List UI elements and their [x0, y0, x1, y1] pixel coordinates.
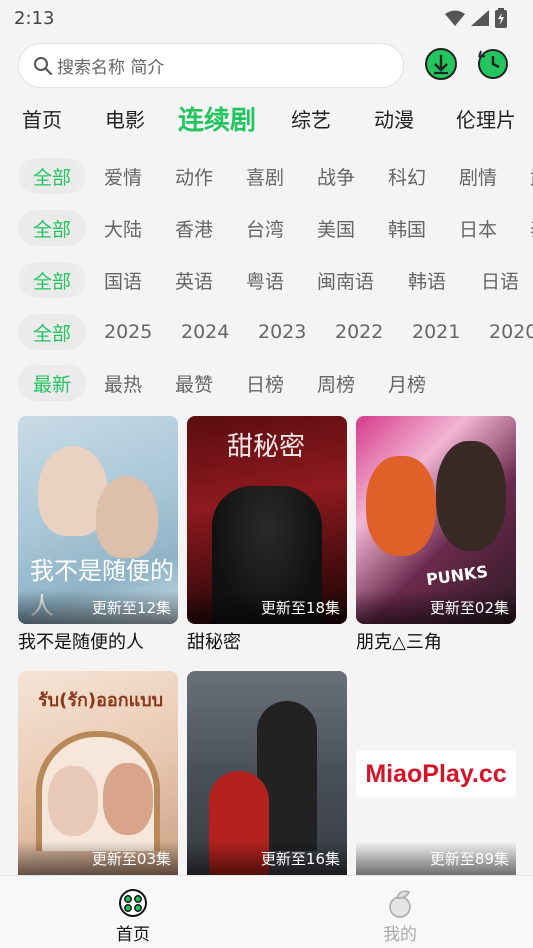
episode-badge: 更新至89集 — [356, 841, 516, 875]
episode-badge: 更新至03集 — [18, 841, 178, 875]
poster-figure — [96, 476, 158, 558]
poster-image: 我不是随便的人 更新至12集 — [18, 416, 178, 624]
region-chip[interactable]: 日本 — [459, 210, 497, 246]
status-bar: 2:13 — [0, 0, 533, 36]
tab-anime[interactable]: 动漫 — [374, 96, 414, 140]
poster-figure — [103, 763, 153, 835]
poster-image: 甜秘密 更新至18集 — [187, 416, 347, 624]
sort-chip[interactable]: 月榜 — [388, 365, 426, 401]
signal-icon — [471, 10, 489, 26]
year-chip[interactable]: 2022 — [335, 314, 383, 350]
year-filter-row: 全部 2025 2024 2023 2022 2021 2020 — [0, 314, 533, 350]
download-icon — [425, 48, 457, 80]
poster-title-text: 甜秘密 — [227, 432, 306, 462]
drama-card[interactable]: MiaoPlay.cc 更新至89集 — [356, 671, 516, 875]
poster-image: MiaoPlay.cc 更新至89集 — [356, 671, 516, 875]
language-chip[interactable]: 国语 — [104, 262, 142, 298]
top-nav: 首页 电影 连续剧 综艺 动漫 伦理片 — [0, 96, 533, 140]
genre-chip[interactable]: 动作 — [175, 158, 213, 194]
sort-chip-latest[interactable]: 最新 — [18, 365, 87, 401]
wifi-icon — [445, 10, 465, 26]
poster-image: รับ(รัก)ออกแบบ 更新至03集 — [18, 671, 178, 875]
tab-ethics[interactable]: 伦理片 — [456, 96, 516, 140]
bottom-nav-home[interactable]: 首页 — [93, 888, 173, 945]
drama-card[interactable]: รับ(รัก)ออกแบบ 更新至03集 — [18, 671, 178, 875]
tab-variety[interactable]: 综艺 — [291, 96, 331, 140]
region-chip[interactable]: 大陆 — [104, 210, 142, 246]
region-chip[interactable]: 美国 — [317, 210, 355, 246]
year-chip[interactable]: 2024 — [181, 314, 229, 350]
genre-chip[interactable]: 喜剧 — [246, 158, 284, 194]
search-input[interactable]: 搜索名称 简介 — [18, 43, 404, 88]
genre-chip[interactable]: 爱情 — [104, 158, 142, 194]
year-chip[interactable]: 2025 — [104, 314, 152, 350]
language-filter-row: 全部 国语 英语 粤语 闽南语 韩语 日语 — [0, 262, 533, 298]
poster-figure — [436, 441, 506, 551]
status-time: 2:13 — [14, 7, 55, 29]
tab-series[interactable]: 连续剧 — [178, 96, 256, 140]
watermark-logo: MiaoPlay.cc — [356, 751, 516, 797]
year-chip[interactable]: 2021 — [412, 314, 460, 350]
language-chip-all[interactable]: 全部 — [18, 262, 87, 298]
drama-card[interactable]: 更新至16集 — [187, 671, 347, 875]
home-icon — [119, 889, 147, 917]
drama-card[interactable]: 我不是随便的人 更新至12集 我不是随便的人 — [18, 416, 178, 654]
card-title: 我不是随便的人 — [18, 632, 144, 653]
bottom-nav-label: 我的 — [383, 925, 417, 945]
profile-icon — [389, 890, 411, 918]
poster-image: PUNKS 更新至02集 — [356, 416, 516, 624]
language-chip[interactable]: 韩语 — [408, 262, 446, 298]
poster-title-text: PUNKS — [424, 561, 490, 590]
poster-figure — [366, 456, 436, 556]
card-title: 甜秘密 — [187, 632, 241, 653]
sort-chip[interactable]: 周榜 — [317, 365, 355, 401]
genre-chip[interactable]: 科幻 — [388, 158, 426, 194]
search-icon — [34, 56, 53, 75]
poster-title-text: รับ(รัก)ออกแบบ — [38, 690, 164, 711]
language-chip[interactable]: 英语 — [175, 262, 213, 298]
bottom-nav: 首页 我的 — [0, 875, 533, 948]
genre-filter-row: 全部 爱情 动作 喜剧 战争 科幻 剧情 武 — [0, 158, 533, 194]
search-row: 搜索名称 简介 — [18, 43, 518, 88]
battery-icon — [495, 8, 507, 28]
watermark-text: MiaoPlay.cc — [365, 759, 507, 788]
bottom-nav-profile[interactable]: 我的 — [360, 888, 440, 945]
poster-figure — [48, 766, 98, 836]
region-chip-all[interactable]: 全部 — [18, 210, 87, 246]
genre-chip-all[interactable]: 全部 — [18, 158, 87, 194]
card-title: 朋克△三角 — [356, 632, 442, 653]
sort-chip[interactable]: 最赞 — [175, 365, 213, 401]
language-chip[interactable]: 日语 — [481, 262, 519, 298]
region-chip[interactable]: 香港 — [175, 210, 213, 246]
drama-card[interactable]: 甜秘密 更新至18集 甜秘密 — [187, 416, 347, 654]
drama-card[interactable]: PUNKS 更新至02集 朋克△三角 — [356, 416, 516, 654]
region-chip[interactable]: 台湾 — [246, 210, 284, 246]
history-icon — [478, 49, 508, 79]
language-chip[interactable]: 粤语 — [246, 262, 284, 298]
year-chip-all[interactable]: 全部 — [18, 314, 87, 350]
history-button[interactable] — [476, 47, 510, 81]
episode-badge: 更新至02集 — [356, 590, 516, 624]
bottom-nav-label: 首页 — [116, 925, 150, 945]
tab-movies[interactable]: 电影 — [105, 96, 145, 140]
tab-home[interactable]: 首页 — [22, 96, 62, 140]
episode-badge: 更新至12集 — [18, 590, 178, 624]
genre-chip[interactable]: 剧情 — [459, 158, 497, 194]
search-placeholder: 搜索名称 简介 — [57, 58, 165, 78]
download-button[interactable] — [424, 47, 458, 81]
poster-image: 更新至16集 — [187, 671, 347, 875]
year-chip[interactable]: 2020 — [489, 314, 533, 350]
genre-chip[interactable]: 战争 — [317, 158, 355, 194]
region-filter-row: 全部 大陆 香港 台湾 美国 韩国 日本 泰 — [0, 210, 533, 246]
sort-chip[interactable]: 最热 — [104, 365, 142, 401]
sort-filter-row: 最新 最热 最赞 日榜 周榜 月榜 — [0, 365, 533, 401]
episode-badge: 更新至18集 — [187, 590, 347, 624]
year-chip[interactable]: 2023 — [258, 314, 306, 350]
region-chip[interactable]: 韩国 — [388, 210, 426, 246]
episode-badge: 更新至16集 — [187, 841, 347, 875]
status-icons — [445, 8, 507, 28]
sort-chip[interactable]: 日榜 — [246, 365, 284, 401]
language-chip[interactable]: 闽南语 — [317, 262, 374, 298]
